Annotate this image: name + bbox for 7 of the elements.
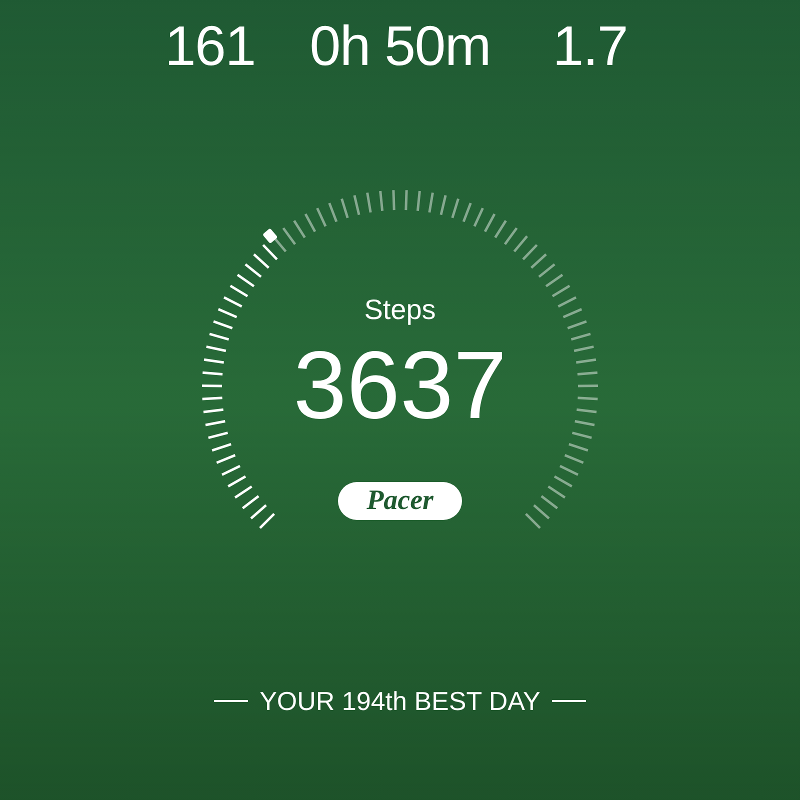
stat-value: 1.7 bbox=[552, 18, 628, 74]
best-day-text: YOUR 194th BEST DAY bbox=[260, 688, 540, 714]
brand-logo: Pacer bbox=[338, 482, 462, 520]
stat-value: 0h 50m bbox=[310, 18, 490, 74]
steps-count: 3637 bbox=[293, 338, 507, 434]
stat-value: 161 bbox=[164, 18, 256, 74]
steps-label: Steps bbox=[364, 296, 436, 324]
